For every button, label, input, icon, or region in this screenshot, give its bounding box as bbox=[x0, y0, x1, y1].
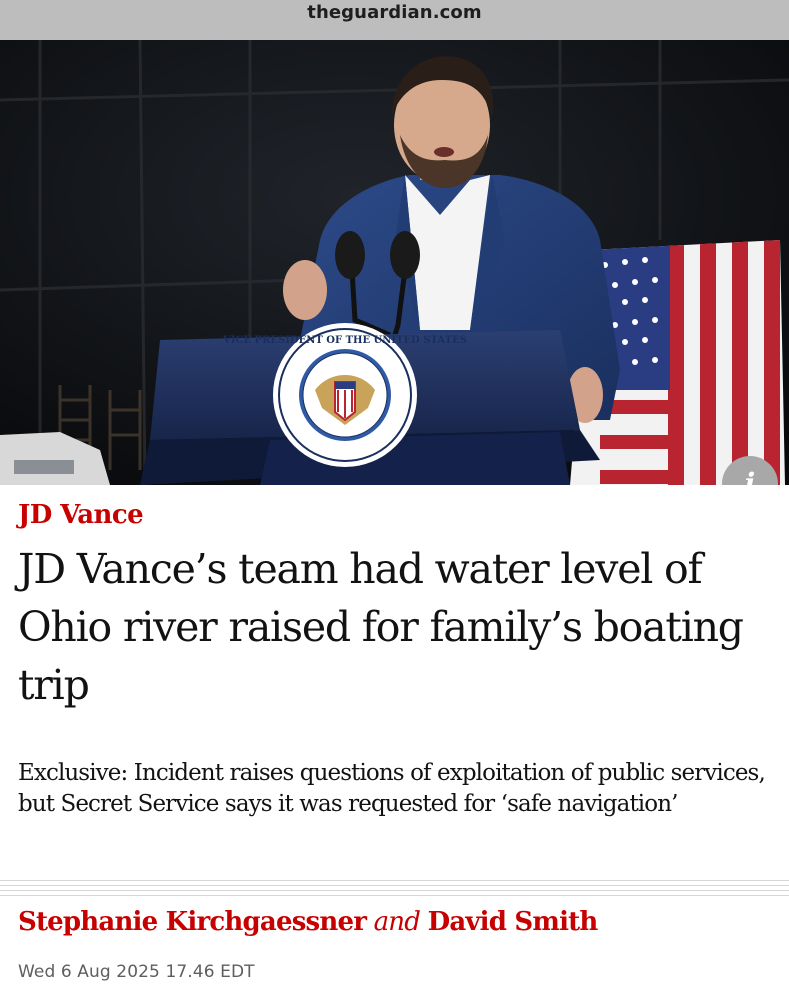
info-icon[interactable]: i bbox=[745, 470, 756, 486]
article-byline: Stephanie Kirchgaessner and David Smith bbox=[18, 907, 599, 937]
hero-image: VICE PRESIDENT OF THE UNITED STATES i bbox=[0, 40, 789, 485]
hero-photo-illustration: VICE PRESIDENT OF THE UNITED STATES bbox=[0, 40, 789, 485]
author-link-david-smith[interactable]: David Smith bbox=[428, 907, 599, 937]
divider-rule bbox=[0, 885, 789, 886]
seal-text: VICE PRESIDENT OF THE UNITED STATES bbox=[222, 335, 467, 346]
publication-date: Wed 6 Aug 2025 17.46 EDT bbox=[18, 962, 255, 982]
divider-rule bbox=[0, 890, 789, 891]
url-domain[interactable]: theguardian.com bbox=[307, 2, 482, 23]
divider-rule bbox=[0, 880, 789, 881]
article-headline: JD Vance’s team had water level of Ohio … bbox=[18, 545, 744, 709]
divider-rule bbox=[0, 895, 789, 896]
section-tag-link[interactable]: JD Vance bbox=[18, 500, 144, 530]
byline-conjunction: and bbox=[373, 907, 421, 937]
browser-address-bar[interactable]: theguardian.com bbox=[0, 0, 789, 40]
author-link-stephanie-kirchgaessner[interactable]: Stephanie Kirchgaessner bbox=[18, 907, 367, 937]
article-standfirst: Exclusive: Incident raises questions of … bbox=[18, 760, 766, 817]
